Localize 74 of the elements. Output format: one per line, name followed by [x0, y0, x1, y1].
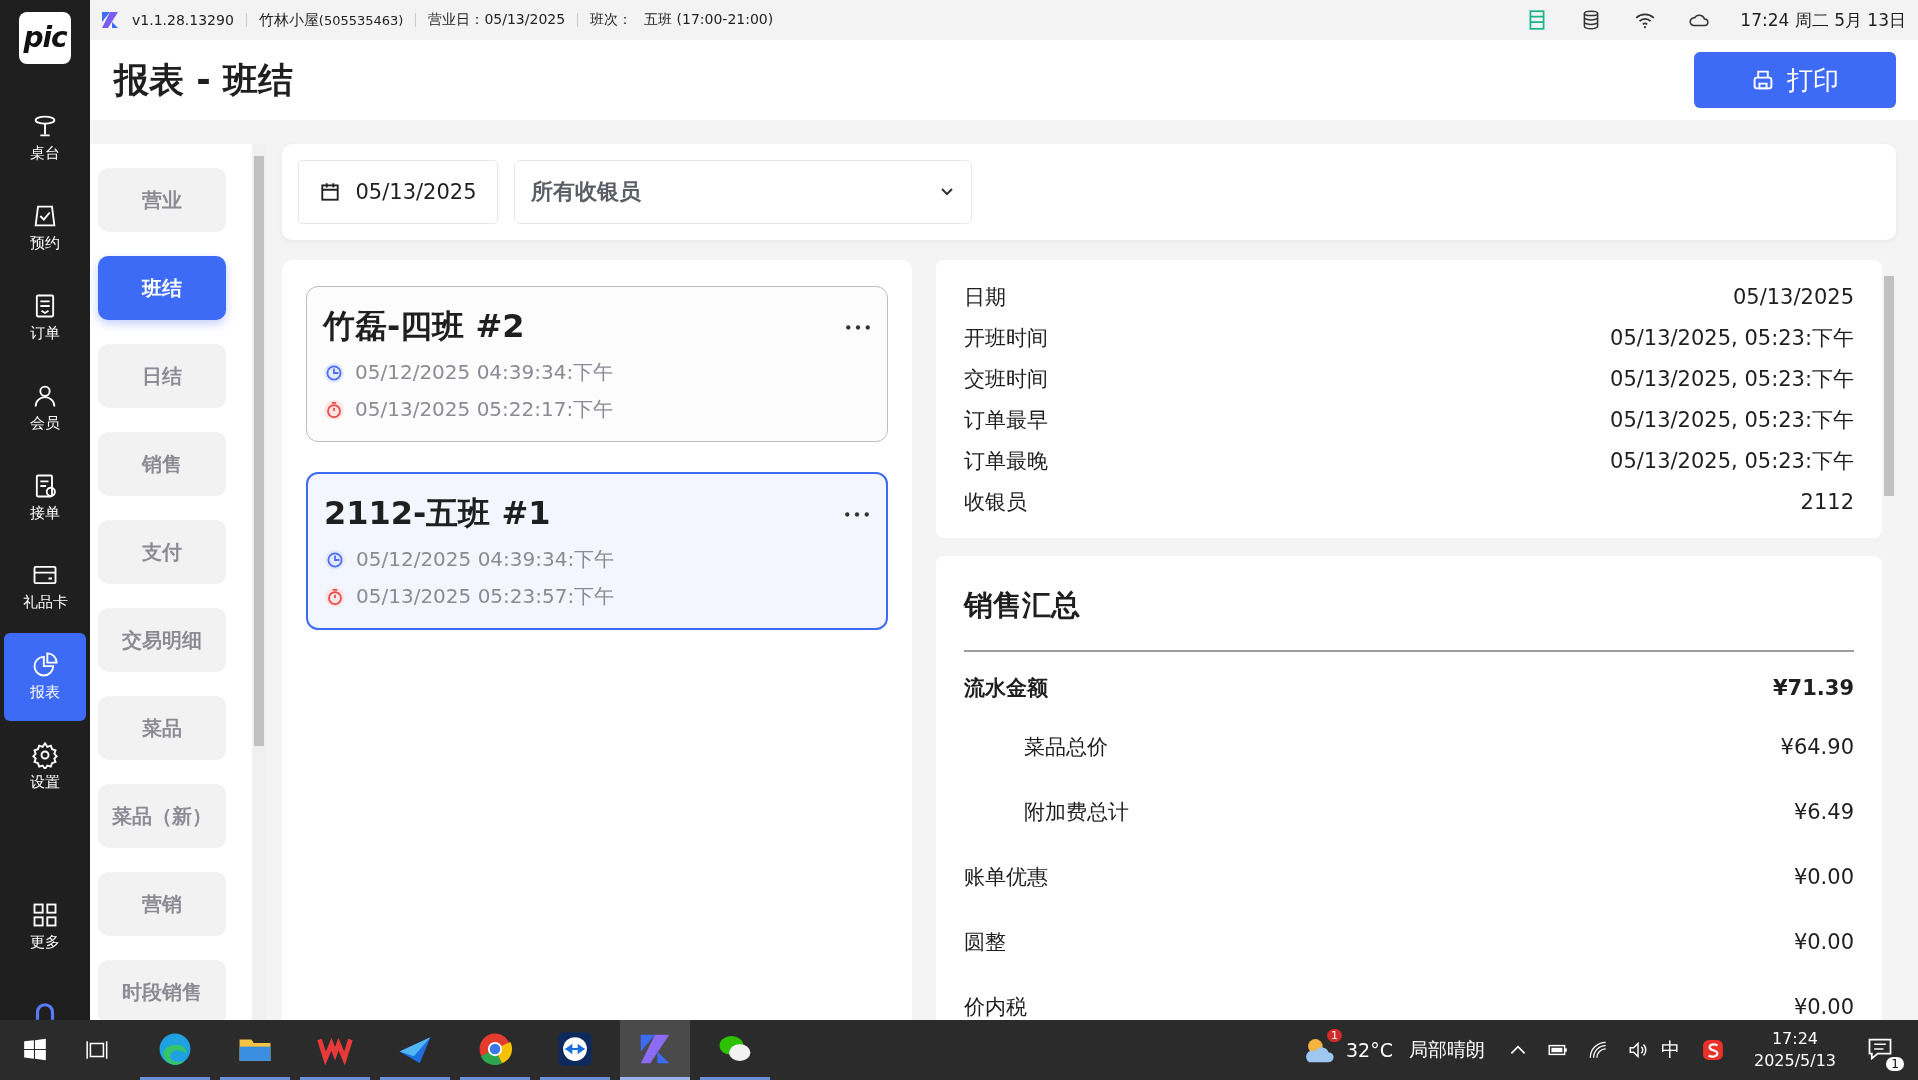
info-label: 交班时间 [964, 365, 1048, 393]
info-value: 2112 [1800, 489, 1854, 514]
taskbar-date[interactable]: 2025/5/13 [1753, 1050, 1836, 1072]
info-value: 05/13/2025, 05:23:下午 [1610, 365, 1854, 393]
info-value: 05/13/2025 [1732, 284, 1854, 309]
shift-card[interactable]: 竹磊-四班 #2 05/12/2025 04:39:34:下午 05/13/2025 05:22:17:下午 [306, 286, 888, 442]
notification-count: 1 [1886, 1057, 1904, 1071]
page-title: 报表 - 班结 [114, 58, 293, 102]
info-value: 05/13/2025, 05:23:下午 [1610, 324, 1854, 352]
info-label: 日期 [964, 283, 1006, 311]
info-label: 订单最晚 [964, 447, 1048, 475]
app-logo: pic [19, 12, 71, 64]
info-value: 05/13/2025, 05:23:下午 [1610, 406, 1854, 434]
summary-value: ¥64.90 [1780, 734, 1854, 759]
clock-icon [323, 361, 345, 384]
stopwatch-icon [324, 585, 346, 608]
stopwatch-icon [323, 398, 345, 421]
shift-label: 班次： [590, 11, 633, 29]
business-day: 营业日：05/13/2025 [428, 11, 566, 29]
temperature-text[interactable]: 32°C [1346, 1039, 1393, 1061]
end-time: 05/13/2025 05:22:17:下午 [355, 396, 614, 423]
start-time: 05/12/2025 04:39:34:下午 [356, 546, 615, 573]
nav-item[interactable]: 预约 [4, 183, 86, 272]
clock-text: 17:24 周二 5月 13日 [1740, 8, 1906, 32]
end-time: 05/13/2025 05:23:57:下午 [356, 583, 615, 610]
shift-title: 2112-五班 #1 [324, 493, 551, 534]
summary-value: ¥71.39 [1772, 676, 1854, 700]
s-app-icon[interactable] [1701, 1039, 1724, 1061]
input-method[interactable]: 中 [1660, 1037, 1680, 1063]
summary-label: 流水金额 [964, 675, 1048, 702]
info-label: 订单最早 [964, 406, 1048, 434]
version-text: v1.1.28.13290 [132, 12, 234, 28]
summary-label: 圆整 [964, 928, 1006, 956]
start-time: 05/12/2025 04:39:34:下午 [355, 359, 614, 386]
nav-item[interactable]: 桌台 [4, 93, 86, 182]
summary-value: ¥0.00 [1793, 994, 1854, 1019]
taskbar-time[interactable]: 17:24 [1771, 1028, 1819, 1050]
summary-value: ¥0.00 [1793, 929, 1854, 954]
summary-label: 账单优惠 [964, 863, 1048, 891]
date-field[interactable]: 05/13/2025 [298, 160, 498, 224]
summary-value: ¥0.00 [1793, 864, 1854, 889]
scrollbar[interactable] [252, 144, 266, 1020]
shift-title: 竹磊-四班 #2 [323, 306, 525, 347]
shift-text: 五班 (17:00-21:00) [644, 11, 774, 29]
store-name: 竹林小屋(505535463) [258, 10, 404, 30]
clock-icon [324, 548, 346, 571]
more-icon[interactable] [845, 323, 871, 331]
settings-icon [31, 741, 59, 769]
nav-item[interactable]: 报表 [4, 632, 86, 721]
shift-card[interactable]: 2112-五班 #1 05/12/2025 04:39:34:下午 05/13/2025 05:23:57:下午 [306, 472, 888, 630]
cashier-dropdown[interactable]: 所有收银员 [514, 160, 972, 224]
info-label: 收银员 [964, 488, 1027, 516]
nav-item[interactable]: 设置 [4, 722, 86, 811]
more-icon[interactable] [844, 510, 870, 518]
info-value: 05/13/2025, 05:23:下午 [1610, 447, 1854, 475]
summary-label: 价内税 [964, 993, 1027, 1020]
weather-text[interactable]: 局部晴朗 [1408, 1037, 1485, 1063]
app-icon [100, 10, 120, 30]
summary-label: 菜品总价 [1023, 733, 1108, 761]
report-tab[interactable]: 班结 [98, 256, 226, 320]
summary-label: 附加费总计 [1023, 798, 1129, 826]
printer-icon [1751, 68, 1775, 92]
summary-value: ¥6.49 [1793, 799, 1854, 824]
notification-badge: 1 [1327, 1029, 1342, 1042]
info-label: 开班时间 [964, 324, 1048, 352]
print-button[interactable]: 打印 [1694, 52, 1896, 108]
section-title: 销售汇总 [964, 587, 1081, 624]
remote-icon [556, 1029, 594, 1068]
nav-item[interactable]: 接单 [4, 453, 86, 541]
start-icon[interactable] [22, 1037, 48, 1063]
nav-item[interactable]: 会员 [4, 363, 86, 452]
nav-item[interactable]: 更多 [4, 882, 86, 971]
nav-item[interactable]: 订单 [4, 273, 86, 362]
nav-item[interactable]: 礼品卡 [4, 542, 86, 631]
